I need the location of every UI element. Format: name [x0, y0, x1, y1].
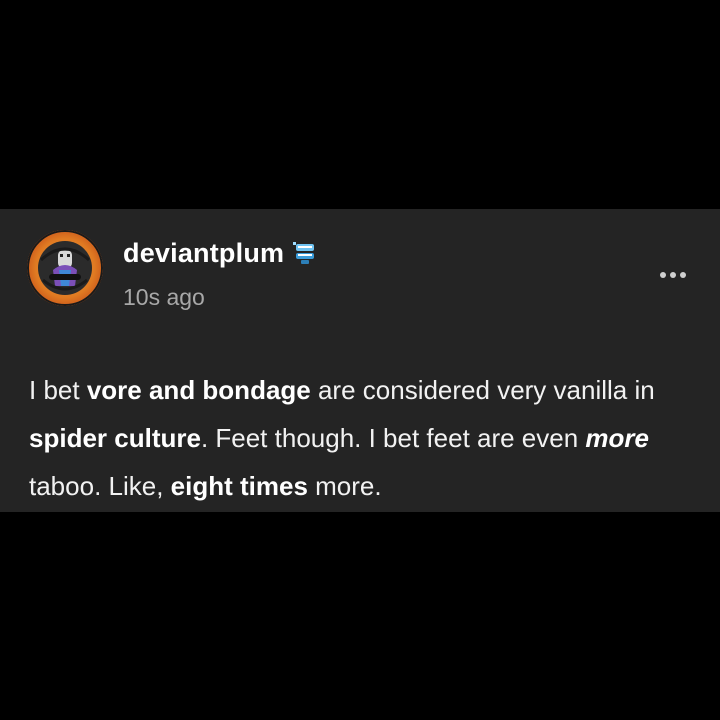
screen: deviantplum 10s ago I bet vore and bonda…: [0, 0, 720, 720]
body-text-bold: spider culture: [29, 423, 201, 453]
body-text-bold: eight times: [170, 471, 308, 501]
body-text-bold-italic: more: [585, 423, 649, 453]
ellipsis-dot: [660, 272, 666, 278]
post-timestamp: 10s ago: [123, 284, 205, 310]
ellipsis-dot: [680, 272, 686, 278]
body-text: I bet: [29, 375, 87, 405]
body-text: taboo. Like,: [29, 471, 171, 501]
username-row: deviantplum: [123, 236, 318, 270]
post-body: I bet vore and bondage are considered ve…: [29, 366, 699, 510]
avatar-art: [27, 230, 103, 306]
body-text: . Feet though. I bet feet are even: [200, 423, 586, 453]
username[interactable]: deviantplum: [123, 238, 284, 269]
toy-chatter-teeth-icon: [292, 240, 318, 266]
ellipsis-icon[interactable]: [653, 262, 693, 288]
body-text-bold: vore and bondage: [86, 375, 311, 405]
body-text: are considered very vanilla in: [310, 375, 655, 405]
blog-avatar-icon[interactable]: [27, 230, 103, 306]
body-text: more.: [307, 471, 382, 501]
post-header: deviantplum 10s ago: [27, 230, 693, 310]
ellipsis-dot: [670, 272, 676, 278]
post-card: deviantplum 10s ago I bet vore and bonda…: [0, 209, 720, 512]
